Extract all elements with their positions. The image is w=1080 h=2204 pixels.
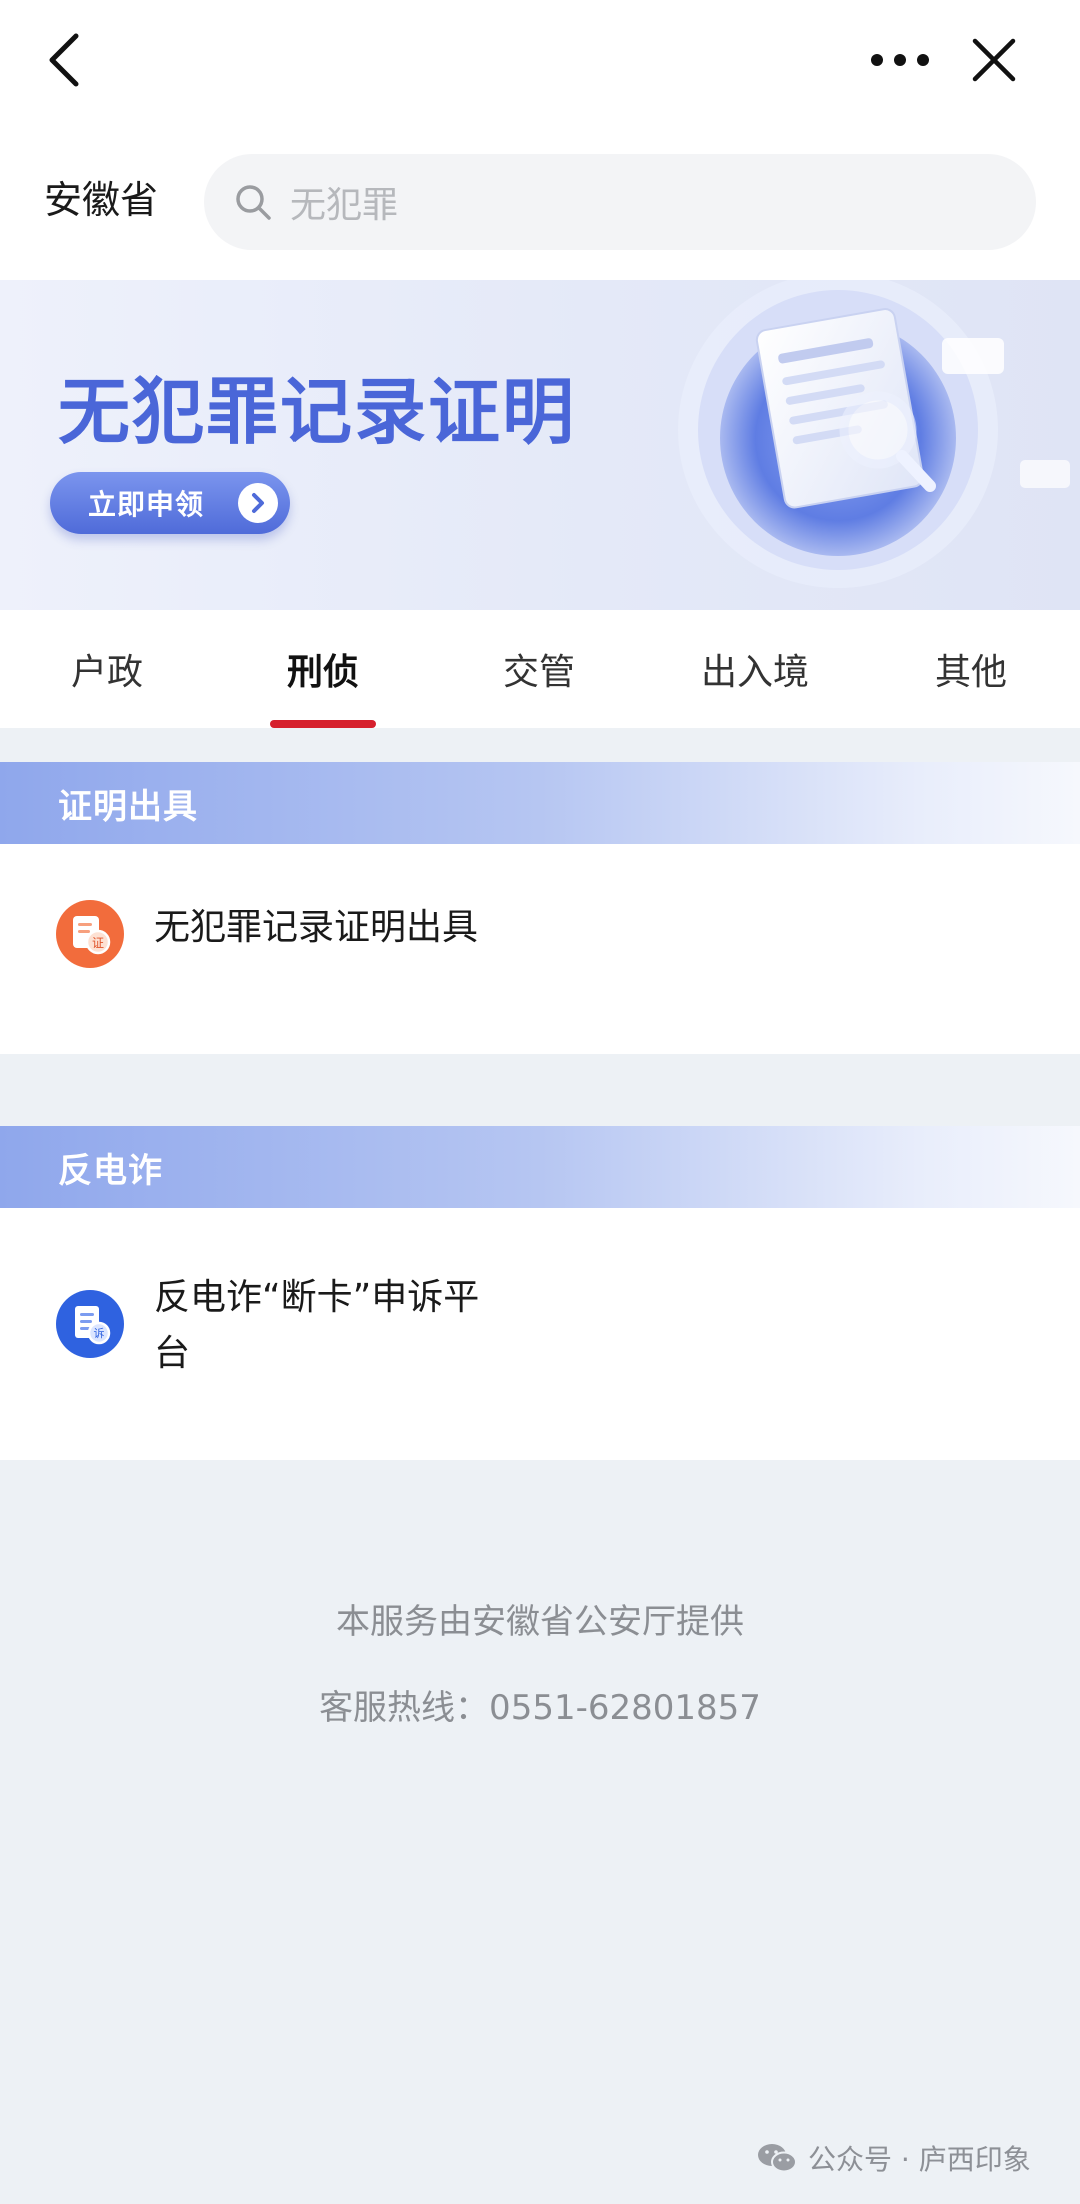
tab-other[interactable]: 其他 — [896, 610, 1046, 728]
appeal-document-icon: 诉 — [56, 1290, 124, 1358]
service-label: 反电诈“断卡”申诉平台 — [154, 1277, 480, 1374]
top-nav-bar — [0, 0, 1080, 130]
section-body-certificate: 证 无犯罪记录证明出具 — [0, 844, 1080, 1054]
apply-now-label: 立即申领 — [88, 488, 205, 521]
more-button[interactable] — [868, 32, 932, 88]
certificate-icon: 证 — [56, 900, 124, 968]
hotline-text: 客服热线：0551-62801857 — [319, 1688, 761, 1728]
tab-traffic[interactable]: 交管 — [464, 610, 614, 728]
service-label: 无犯罪记录证明出具 — [154, 907, 479, 948]
back-button[interactable] — [36, 28, 92, 92]
watermark: 公众号 · 庐西印象 — [756, 2138, 1031, 2178]
service-item-card-appeal[interactable]: 诉 反电诈“断卡”申诉平台 — [56, 1270, 514, 1382]
svg-text:证: 证 — [92, 936, 104, 950]
service-provider-text: 本服务由安徽省公安厅提供 — [336, 1602, 744, 1642]
close-icon — [972, 38, 1016, 82]
search-placeholder: 无犯罪 — [290, 185, 399, 226]
service-item-no-criminal-record[interactable]: 证 无犯罪记录证明出具 — [56, 900, 514, 968]
section-header-anti-fraud: 反电诈 — [0, 1126, 1080, 1208]
chevron-left-icon — [49, 33, 79, 87]
watermark-text: 公众号 · 庐西印象 — [808, 2143, 1031, 2176]
tab-household[interactable]: 户政 — [32, 610, 182, 728]
tab-criminal-investigation[interactable]: 刑侦 — [248, 610, 398, 728]
section-title: 证明出具 — [58, 786, 198, 827]
search-input[interactable]: 无犯罪 — [204, 154, 1036, 250]
promo-banner[interactable]: 无犯罪记录证明 立即申领 — [0, 280, 1080, 610]
close-button[interactable] — [964, 28, 1024, 92]
category-tabs: 户政 刑侦 交管 出入境 其他 — [0, 610, 1080, 728]
more-horizontal-icon — [871, 54, 929, 66]
wechat-icon — [758, 2144, 797, 2173]
tab-immigration[interactable]: 出入境 — [680, 610, 830, 728]
search-icon — [234, 183, 272, 221]
svg-text:诉: 诉 — [94, 1327, 105, 1340]
search-row: 安徽省 无犯罪 — [0, 130, 1080, 280]
document-magnifier-illustration — [678, 280, 1070, 588]
section-header-certificate: 证明出具 — [0, 762, 1080, 844]
apply-now-button[interactable]: 立即申领 — [50, 472, 290, 534]
active-tab-indicator — [270, 720, 376, 728]
section-body-anti-fraud: 诉 反电诈“断卡”申诉平台 — [0, 1208, 1080, 1460]
section-title: 反电诈 — [58, 1150, 163, 1191]
banner-title: 无犯罪记录证明 — [58, 370, 577, 454]
chevron-right-circle-icon — [238, 483, 278, 523]
province-selector[interactable]: 安徽省 — [44, 174, 158, 226]
